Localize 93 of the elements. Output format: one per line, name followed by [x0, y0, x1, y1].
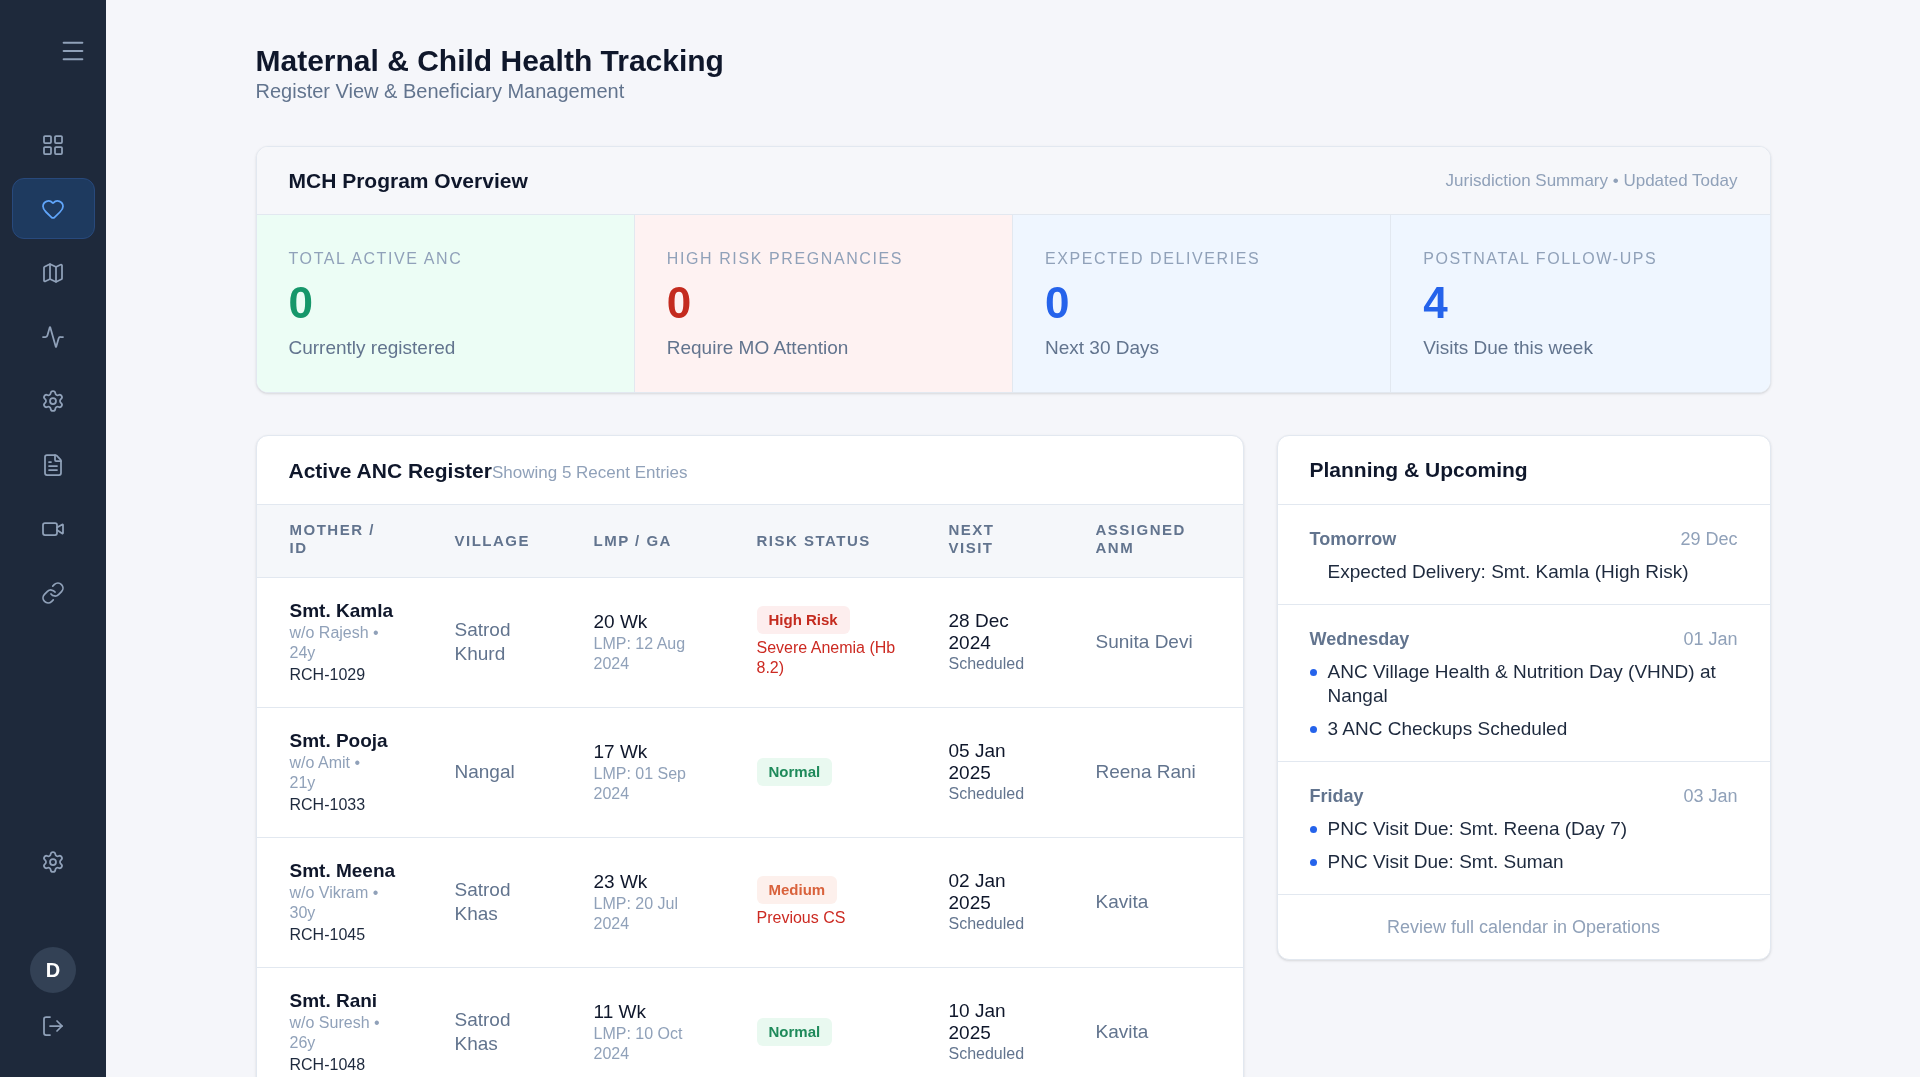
day-date: 01 Jan	[1683, 628, 1738, 651]
visit-date: 02 Jan 2025	[948, 870, 1007, 914]
gestational-age: 11 Wk	[593, 1000, 646, 1024]
mother-name: Smt. Pooja	[289, 729, 388, 753]
logout-icon	[41, 1014, 65, 1038]
risk-note: Severe Anemia (Hb 8.2)	[756, 638, 897, 678]
anm-name: Reena Rani	[1095, 760, 1196, 784]
anm-name: Sunita Devi	[1095, 630, 1193, 654]
stat-caption: Visits Due this week	[1423, 336, 1593, 360]
map-icon	[41, 260, 65, 285]
village-name: Satrod Khas	[454, 878, 512, 926]
card-meta: Showing 5 Recent Entries	[491, 462, 688, 484]
mother-name: Smt. Kamla	[289, 599, 393, 623]
grid-icon	[41, 132, 65, 157]
bullet-icon	[1309, 826, 1317, 833]
link-icon	[41, 580, 65, 605]
event-text: PNC Visit Due: Smt. Reena (Day 7)	[1327, 817, 1628, 841]
gestational-age: 23 Wk	[593, 870, 648, 894]
mother-name: Smt. Rani	[289, 989, 378, 1013]
rch-id: RCH-1029	[289, 665, 366, 685]
settings-icon	[41, 388, 65, 413]
nav-button[interactable]	[11, 178, 95, 239]
day-date: 29 Dec	[1680, 528, 1738, 551]
village-name: Satrod Khurd	[454, 618, 512, 666]
user-avatar[interactable]: D	[30, 947, 76, 993]
bullet-icon	[1309, 859, 1317, 866]
gestational-age: 20 Wk	[593, 610, 648, 634]
mother-details: w/o Suresh • 26y	[289, 1013, 381, 1053]
column-header: LMP / GA	[593, 531, 672, 550]
day-label: Tomorrow	[1309, 528, 1397, 551]
card-title: MCH Program Overview	[288, 167, 528, 194]
lmp-date: LMP: 12 Aug 2024	[593, 634, 687, 674]
stat-value: 0	[1045, 279, 1070, 327]
column-header: VILLAGE	[454, 531, 530, 550]
column-header: RISK STATUS	[756, 531, 871, 550]
gestational-age: 17 Wk	[593, 740, 648, 764]
stat-label: TOTAL ACTIVE ANC	[288, 249, 463, 269]
risk-badge: Medium	[756, 876, 838, 904]
visit-date: 28 Dec 2024	[948, 610, 1010, 654]
stat-caption: Currently registered	[288, 336, 456, 360]
stat-caption: Require MO Attention	[666, 336, 849, 360]
column-header: ASSIGNED ANM	[1095, 521, 1187, 558]
risk-badge: Normal	[756, 758, 833, 786]
document-icon	[41, 452, 65, 477]
village-name: Nangal	[454, 760, 515, 784]
event-text: Expected Delivery: Smt. Kamla (High Risk)	[1327, 560, 1689, 584]
event-text: 3 ANC Checkups Scheduled	[1327, 717, 1568, 741]
stat-value: 4	[1423, 279, 1448, 327]
day-label: Friday	[1309, 785, 1364, 808]
stat-label: EXPECTED DELIVERIES	[1045, 249, 1261, 269]
anm-name: Kavita	[1095, 1020, 1149, 1044]
day-date: 03 Jan	[1683, 785, 1738, 808]
rch-id: RCH-1045	[289, 925, 366, 945]
card-title: Planning & Upcoming	[1309, 457, 1528, 483]
column-header: NEXT VISIT	[948, 521, 996, 558]
card-meta: Jurisdiction Summary • Updated Today	[1445, 169, 1738, 192]
event-text: PNC Visit Due: Smt. Suman	[1327, 850, 1564, 874]
visit-status: Scheduled	[948, 784, 1025, 804]
mother-name: Smt. Meena	[289, 859, 396, 883]
mother-details: w/o Rajesh • 24y	[289, 623, 380, 663]
lmp-date: LMP: 10 Oct 2024	[593, 1024, 684, 1064]
settings-icon	[41, 849, 65, 874]
risk-badge: Normal	[756, 1018, 833, 1046]
village-name: Satrod Khas	[454, 1008, 512, 1056]
event-text: ANC Village Health & Nutrition Day (VHND) at Nangal	[1327, 660, 1717, 708]
day-label: Wednesday	[1309, 628, 1410, 651]
mother-details: w/o Vikram • 30y	[289, 883, 380, 923]
anm-name: Kavita	[1095, 890, 1149, 914]
page-title: Maternal & Child Health Tracking	[255, 44, 724, 78]
stat-caption: Next 30 Days	[1045, 336, 1160, 360]
lmp-date: LMP: 01 Sep 2024	[593, 764, 687, 804]
stat-value: 0	[666, 279, 692, 327]
stat-label: POSTNATAL FOLLOW-UPS	[1423, 249, 1658, 269]
column-header: MOTHER / ID	[289, 521, 376, 558]
risk-badge: High Risk	[756, 606, 850, 634]
visit-date: 05 Jan 2025	[948, 740, 1007, 784]
visit-date: 10 Jan 2025	[948, 1000, 1007, 1044]
visit-status: Scheduled	[948, 914, 1025, 934]
stat-value: 0	[288, 279, 313, 327]
bullet-icon	[1309, 669, 1317, 676]
logout-button[interactable]	[41, 1014, 65, 1038]
stat-label: HIGH RISK PREGNANCIES	[666, 249, 904, 269]
bullet-icon	[1309, 726, 1317, 733]
page-subtitle: Register View & Beneficiary Management	[255, 79, 625, 104]
risk-note: Previous CS	[756, 908, 846, 928]
pulse-icon	[41, 324, 65, 349]
mother-details: w/o Amit • 21y	[289, 753, 361, 793]
rch-id: RCH-1033	[289, 795, 366, 815]
rch-id: RCH-1048	[289, 1055, 366, 1075]
lmp-date: LMP: 20 Jul 2024	[593, 894, 679, 934]
visit-status: Scheduled	[948, 1044, 1025, 1064]
visit-status: Scheduled	[948, 654, 1025, 674]
card-title: Active ANC Register	[288, 458, 492, 484]
